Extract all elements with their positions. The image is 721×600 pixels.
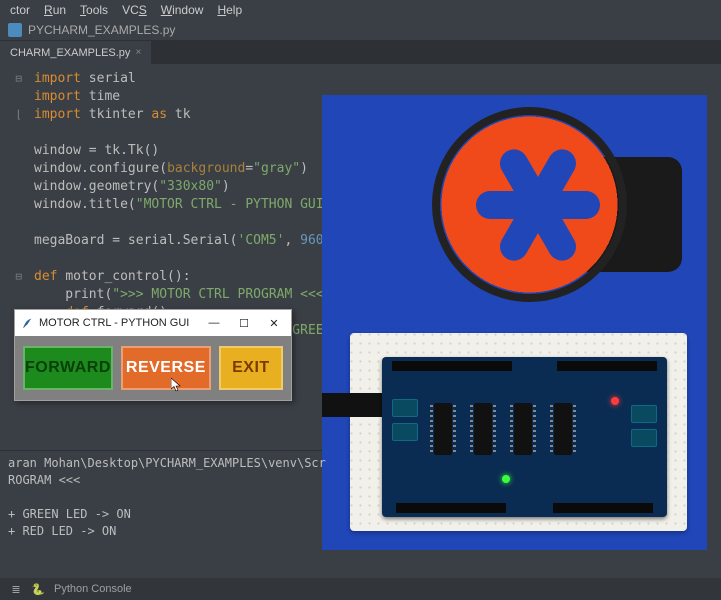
tab-pycharm-examples[interactable]: CHARM_EXAMPLES.py × <box>0 41 152 64</box>
python-console-icon[interactable]: 🐍 <box>32 583 44 595</box>
motor-shield-pcb: DK Electronics <box>382 357 667 517</box>
breadcrumb: PYCHARM_EXAMPLES.py <box>0 20 721 41</box>
maximize-button[interactable]: ☐ <box>229 312 259 334</box>
menu-item-help[interactable]: Help <box>217 3 242 17</box>
menu-item-ctor[interactable]: ctor <box>10 3 30 17</box>
editor-tabbar: CHARM_EXAMPLES.py × <box>0 41 721 64</box>
cursor-icon <box>171 378 181 392</box>
forward-button[interactable]: FORWARD <box>23 346 113 390</box>
status-bar: ≣ 🐍 Python Console <box>0 578 721 600</box>
wheel <box>432 107 627 302</box>
exit-button[interactable]: EXIT <box>219 346 283 390</box>
terminal-icon[interactable]: ≣ <box>10 583 22 595</box>
python-file-icon <box>8 23 22 37</box>
run-output-panel[interactable]: aran Mohan\Desktop\PYCHARM_EXAMPLES\venv… <box>0 450 322 570</box>
menu-item-vcs[interactable]: VCS <box>122 3 147 17</box>
menu-item-tools[interactable]: Tools <box>80 3 108 17</box>
hardware-photo: DK Electronics <box>322 95 707 550</box>
close-button[interactable]: ✕ <box>259 312 289 334</box>
green-led <box>502 475 510 483</box>
usb-cable <box>322 393 390 417</box>
close-icon[interactable]: × <box>135 47 141 58</box>
red-led <box>611 397 619 405</box>
breadcrumb-file[interactable]: PYCHARM_EXAMPLES.py <box>28 23 175 37</box>
tk-titlebar[interactable]: MOTOR CTRL - PYTHON GUI — ☐ ✕ <box>15 310 291 336</box>
minimize-button[interactable]: — <box>199 312 229 334</box>
motor-wheel-assembly <box>432 107 662 307</box>
tk-body: FORWARD REVERSE EXIT <box>15 336 291 400</box>
menu-bar: ctor Run Tools VCS Window Help <box>0 0 721 20</box>
tk-feather-icon <box>21 317 34 330</box>
python-console-label[interactable]: Python Console <box>54 583 132 595</box>
tab-label: CHARM_EXAMPLES.py <box>10 47 130 59</box>
menu-item-run[interactable]: Run <box>44 3 66 17</box>
tk-window-title: MOTOR CTRL - PYTHON GUI <box>39 317 199 329</box>
tkinter-window[interactable]: MOTOR CTRL - PYTHON GUI — ☐ ✕ FORWARD RE… <box>14 309 292 401</box>
reverse-button[interactable]: REVERSE <box>121 346 211 390</box>
menu-item-window[interactable]: Window <box>161 3 204 17</box>
